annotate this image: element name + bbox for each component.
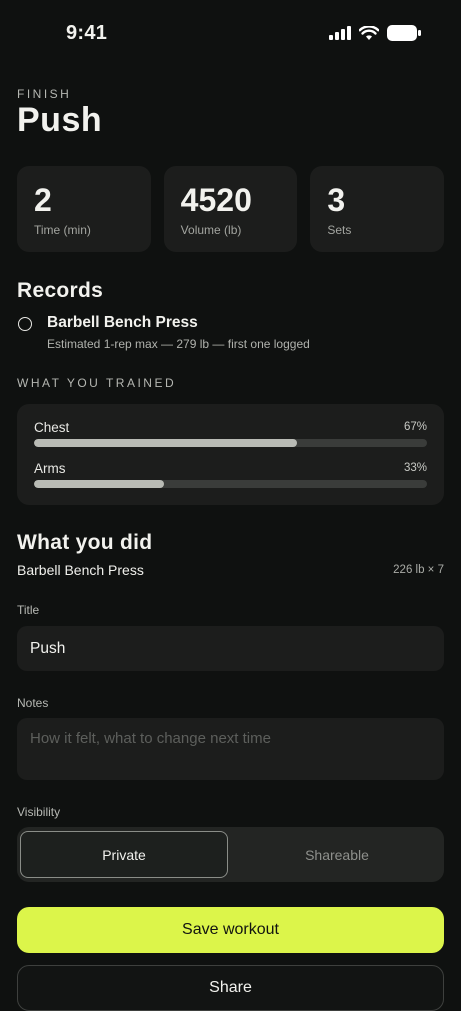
muscle-percent: 33% [403,462,427,474]
stat-label: Time (min) [34,223,91,237]
muscle-card: Chest 67% Arms 33% [17,404,444,505]
muscle-name: Arms [34,461,66,476]
trained-eyebrow: WHAT YOU TRAINED [17,376,177,390]
stat-label: Sets [327,223,352,237]
page-title: Push [17,101,103,139]
did-title: What you did [17,531,153,554]
visibility-segmented-control: Private Shareable [17,827,444,882]
stat-card-sets: 3 Sets [310,166,445,252]
record-name: Barbell Bench Press [47,314,198,331]
record-detail: Estimated 1-rep max — 279 lb — first one… [47,337,310,351]
stat-value: 3 [327,182,346,218]
page-eyebrow: FINISH [17,87,72,101]
visibility-option-private[interactable]: Private [20,831,228,878]
status-icons [329,25,421,41]
notes-input[interactable] [17,718,444,780]
notes-label: Notes [17,696,49,710]
record-radio-icon[interactable] [18,317,32,331]
stat-label: Volume (lb) [180,223,242,237]
title-input[interactable] [17,626,444,671]
muscle-name: Chest [34,420,70,435]
muscle-bar-fill [34,480,164,488]
visibility-label: Visibility [17,805,61,819]
stats-row: 2 Time (min) 4520 Volume (lb) 3 Sets [17,166,445,252]
status-time: 9:41 [66,22,108,44]
stat-value: 4520 [180,182,252,218]
muscle-percent: 67% [403,421,427,433]
status-bar: 9:41 [0,0,461,66]
stat-value: 2 [34,182,52,218]
muscle-bar-track [34,439,427,447]
stat-card-time: 2 Time (min) [17,166,151,252]
share-button[interactable]: Share [17,965,444,1011]
visibility-option-shareable[interactable]: Shareable [233,831,441,878]
exercise-name: Barbell Bench Press [17,562,144,578]
wifi-icon [359,25,379,40]
battery-icon [387,25,421,41]
signal-icon [329,26,351,40]
records-title: Records [17,279,104,302]
muscle-bar-track [34,480,427,488]
exercise-meta: 226 lb × 7 [393,564,444,576]
muscle-bar-fill [34,439,298,447]
save-workout-button[interactable]: Save workout [17,907,444,953]
title-label: Title [17,603,40,617]
stat-card-volume: 4520 Volume (lb) [163,166,298,252]
